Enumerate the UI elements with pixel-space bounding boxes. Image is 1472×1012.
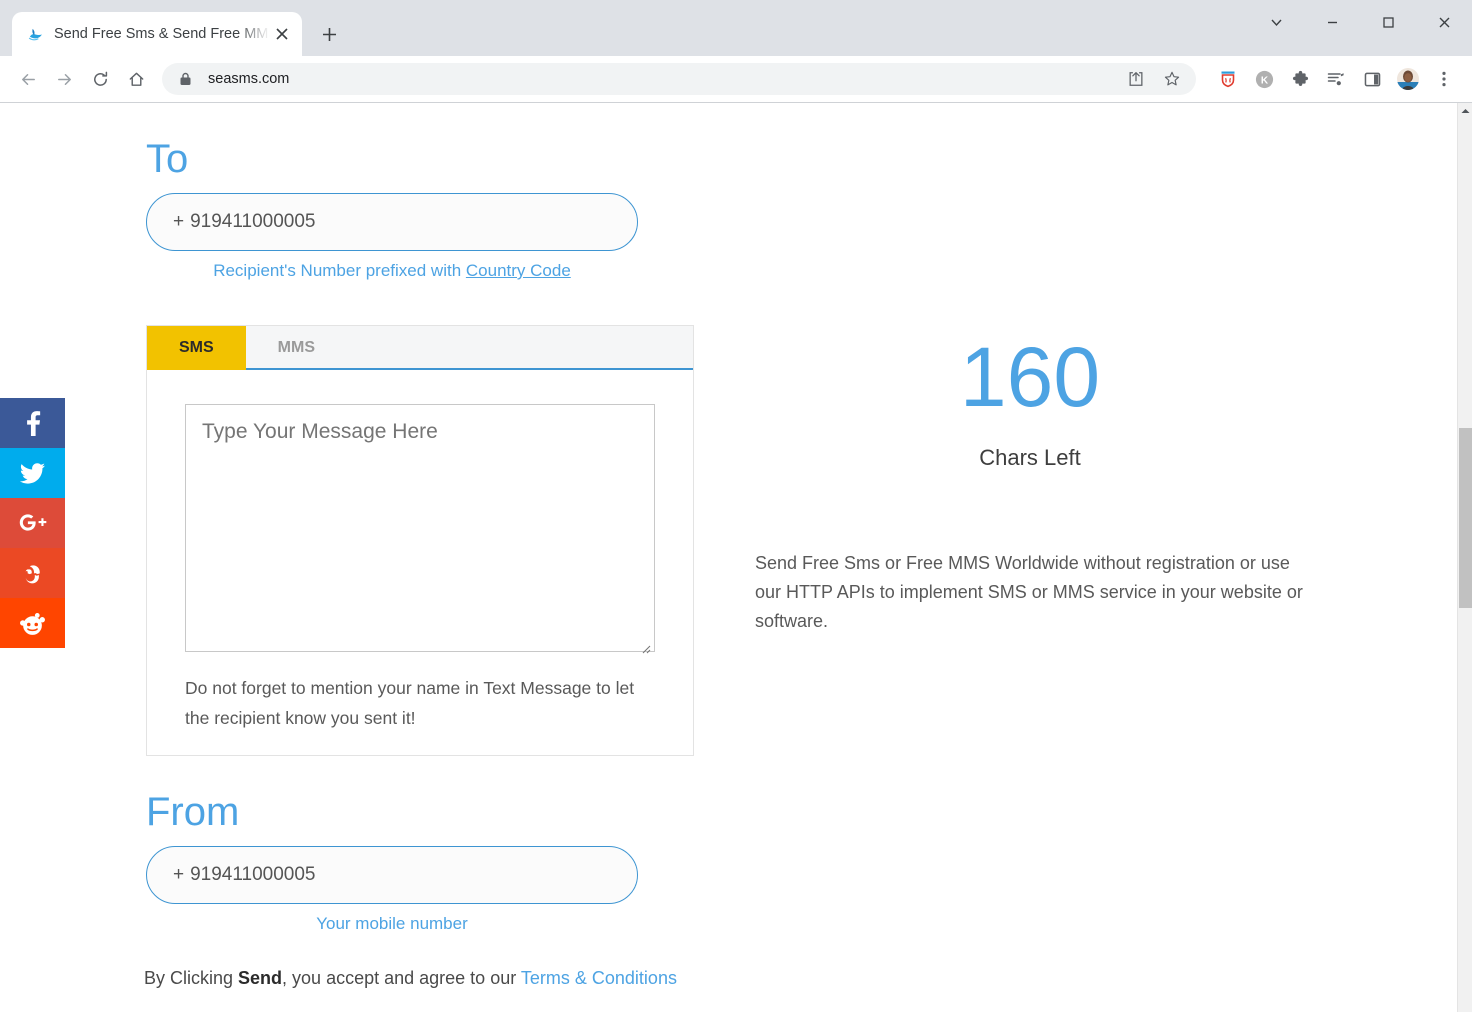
reload-button-icon[interactable]	[82, 61, 118, 97]
from-label: From	[146, 790, 240, 835]
stumbleupon-share-button[interactable]	[0, 548, 65, 598]
country-code-link[interactable]: Country Code	[466, 261, 571, 280]
web-page: To + 919411000005 Recipient's Number pre…	[0, 103, 1457, 1012]
facebook-icon	[26, 411, 40, 436]
close-tab-button[interactable]	[270, 22, 294, 46]
message-note: Do not forget to mention your name in Te…	[185, 678, 635, 729]
tab-search-button[interactable]	[1248, 0, 1304, 44]
share-icon[interactable]	[1118, 61, 1154, 97]
from-number-input[interactable]: + 919411000005	[146, 846, 638, 905]
terms-notice: By Clicking Send, you accept and agree t…	[144, 968, 706, 989]
side-panel-icon[interactable]	[1354, 61, 1390, 97]
terms-send-word: Send	[238, 968, 283, 989]
chars-left-count: 160	[959, 330, 1101, 424]
google-plus-icon	[19, 514, 46, 531]
three-dot-menu-icon[interactable]	[1426, 61, 1462, 97]
reddit-icon	[20, 612, 45, 635]
seasms-logo-icon	[26, 25, 44, 43]
tab-mms[interactable]: MMS	[246, 326, 347, 370]
terms-middle: , you accept and agree to our	[282, 968, 521, 989]
keeper-extension-icon[interactable]: K	[1246, 61, 1282, 97]
new-tab-button[interactable]	[312, 17, 346, 51]
chars-left-label: Chars Left	[979, 445, 1081, 470]
profile-avatar[interactable]	[1390, 61, 1426, 97]
message-textarea[interactable]	[185, 404, 655, 652]
extensions-puzzle-icon[interactable]	[1282, 61, 1318, 97]
twitter-share-button[interactable]	[0, 448, 65, 498]
page-content: To + 919411000005 Recipient's Number pre…	[0, 103, 1457, 1012]
svg-text:K: K	[1260, 75, 1268, 86]
scroll-up-arrow[interactable]	[1458, 103, 1472, 119]
to-help-text: Recipient's Number prefixed with Country…	[146, 261, 638, 281]
to-help-prefix: Recipient's Number prefixed with	[213, 261, 466, 280]
from-help-text: Your mobile number	[316, 914, 468, 934]
back-button-icon[interactable]	[10, 61, 46, 97]
to-number-input[interactable]: + 919411000005	[146, 193, 638, 251]
window-controls	[1248, 0, 1472, 44]
to-label: To	[146, 137, 189, 181]
message-card: SMS MMS Type Your Message Here Do not fo…	[146, 325, 694, 757]
info-panel: 160 Chars Left Send Free Sms or Free MMS…	[755, 335, 1315, 636]
message-input-wrap	[185, 404, 655, 657]
to-number-value: 919411000005	[190, 211, 316, 232]
address-bar[interactable]: seasms.com	[162, 63, 1196, 95]
social-share-sidebar	[0, 398, 65, 648]
page-scrollbar[interactable]	[1457, 103, 1472, 1012]
twitter-icon	[19, 462, 45, 484]
reddit-share-button[interactable]	[0, 598, 65, 648]
browser-toolbar: seasms.com K	[0, 56, 1472, 102]
browser-tab-title: Send Free Sms & Send Free MMS	[54, 26, 270, 42]
media-playlist-icon[interactable]	[1318, 61, 1354, 97]
home-button-icon[interactable]	[118, 61, 154, 97]
lock-icon	[176, 70, 194, 88]
scrollbar-thumb[interactable]	[1459, 428, 1472, 608]
browser-window: Send Free Sms & Send Free MMS seasms.com…	[0, 0, 1472, 1012]
message-card-body: Do not forget to mention your name in Te…	[147, 370, 693, 755]
extensions-area: K	[1210, 61, 1462, 97]
service-description: Send Free Sms or Free MMS Worldwide with…	[755, 553, 1303, 632]
bookmark-star-icon[interactable]	[1154, 61, 1190, 97]
stumbleupon-icon	[25, 565, 40, 584]
terms-conditions-link[interactable]: Terms & Conditions	[521, 968, 677, 988]
facebook-share-button[interactable]	[0, 398, 65, 448]
close-window-button[interactable]	[1416, 0, 1472, 44]
tab-strip: Send Free Sms & Send Free MMS	[0, 0, 1472, 56]
googleplus-share-button[interactable]	[0, 498, 65, 548]
page-viewport: To + 919411000005 Recipient's Number pre…	[0, 102, 1472, 1012]
message-type-tabs: SMS MMS	[147, 326, 693, 370]
adblock-extension-icon[interactable]	[1210, 61, 1246, 97]
address-bar-url: seasms.com	[208, 71, 290, 87]
browser-tab[interactable]: Send Free Sms & Send Free MMS	[12, 12, 302, 56]
maximize-button[interactable]	[1360, 0, 1416, 44]
forward-button-icon[interactable]	[46, 61, 82, 97]
tab-sms[interactable]: SMS	[147, 326, 246, 370]
terms-before: By Clicking	[144, 968, 239, 989]
to-plus-prefix: +	[173, 211, 185, 232]
from-number-value: 919411000005	[190, 864, 316, 886]
sms-form: To + 919411000005 Recipient's Number pre…	[144, 137, 706, 989]
minimize-button[interactable]	[1304, 0, 1360, 44]
from-plus-prefix: +	[173, 864, 185, 886]
